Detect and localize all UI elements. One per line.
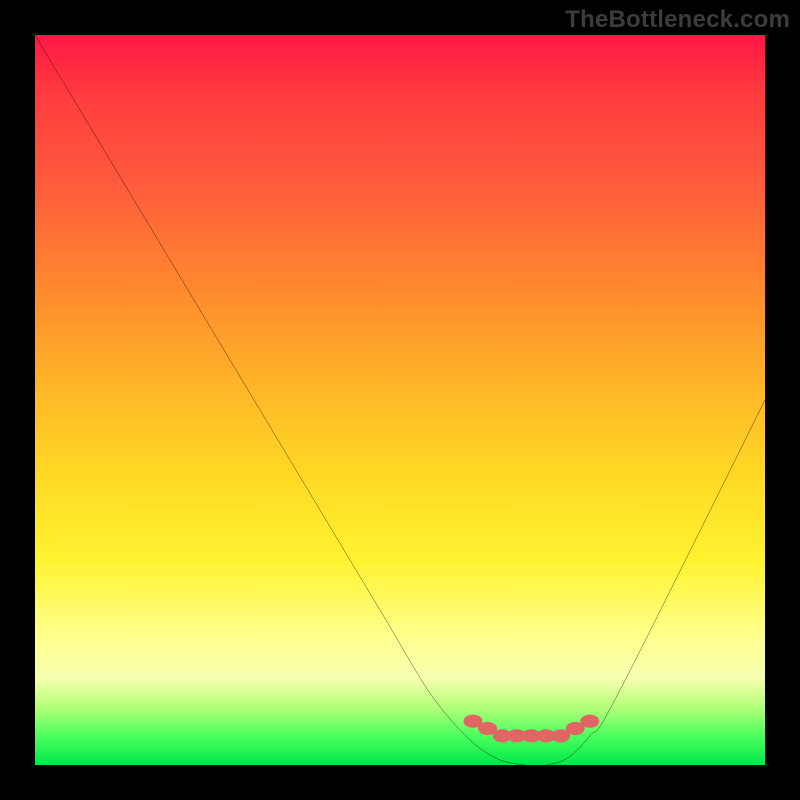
- chart-svg: [35, 35, 765, 765]
- bottleneck-curve: [35, 35, 765, 766]
- plot-area: [35, 35, 765, 765]
- bottom-dots-group: [464, 715, 600, 743]
- watermark-text: TheBottleneck.com: [565, 6, 790, 34]
- chart-frame: TheBottleneck.com: [0, 0, 800, 800]
- bottom-dot: [580, 715, 599, 728]
